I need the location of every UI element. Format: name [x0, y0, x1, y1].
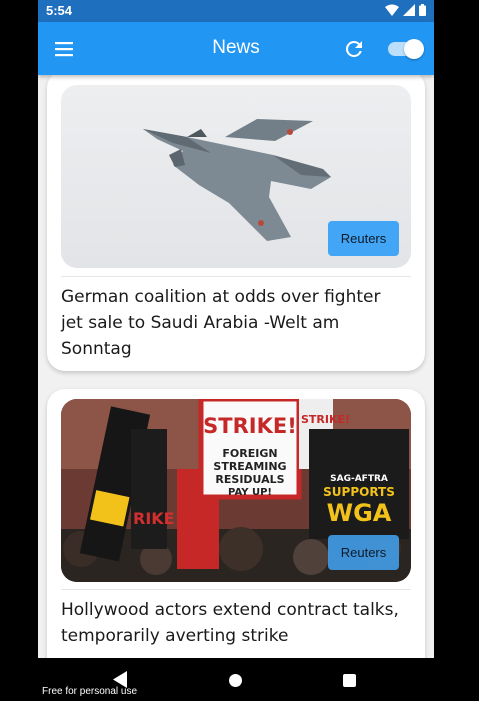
- sign-text-wga: WGA: [327, 499, 392, 527]
- refresh-button[interactable]: [342, 37, 366, 61]
- signal-icon: [403, 4, 415, 16]
- article-card[interactable]: Reuters German coalition at odds over fi…: [47, 70, 425, 371]
- sign-text-foreign: FOREIGN: [222, 447, 277, 460]
- news-feed[interactable]: Reuters German coalition at odds over fi…: [38, 70, 434, 658]
- article-image: Reuters: [61, 85, 411, 268]
- refresh-icon: [345, 40, 362, 57]
- status-icons: [385, 4, 426, 16]
- wifi-icon: [385, 4, 399, 16]
- source-badge[interactable]: Reuters: [328, 221, 399, 256]
- article-image: RIKE! STRIKE! FOREIGN STREAMING RESIDUAL…: [61, 399, 411, 582]
- home-icon[interactable]: [229, 674, 242, 687]
- battery-icon: [419, 4, 426, 16]
- divider: [61, 589, 411, 590]
- phone-screen: 5:54 News Reuters German coalition at od…: [38, 0, 434, 658]
- sign-text-strike-side: RIKE!: [133, 509, 182, 528]
- theme-toggle[interactable]: [388, 39, 424, 59]
- status-bar: 5:54: [38, 0, 434, 22]
- sign-text-residuals: RESIDUALS: [215, 473, 284, 486]
- article-headline[interactable]: German coalition at odds over fighter je…: [61, 284, 406, 362]
- article-card[interactable]: RIKE! STRIKE! FOREIGN STREAMING RESIDUAL…: [47, 389, 425, 658]
- sign-text-pay-up: PAY UP!: [228, 487, 272, 498]
- app-bar: News: [38, 22, 434, 75]
- sign-text-supports: SUPPORTS: [323, 485, 395, 499]
- article-headline[interactable]: Hollywood actors extend contract talks, …: [61, 597, 406, 649]
- sign-text-strike: STRIKE!: [203, 414, 297, 438]
- toggle-thumb: [404, 39, 424, 59]
- recents-icon[interactable]: [343, 674, 356, 687]
- sign-text-sag-aftra: SAG-AFTRA: [330, 474, 388, 484]
- watermark: Free for personal use: [42, 686, 138, 697]
- source-badge[interactable]: Reuters: [328, 535, 399, 570]
- status-time: 5:54: [46, 3, 73, 18]
- sign-text-streaming: STREAMING: [213, 460, 286, 473]
- divider: [61, 276, 411, 277]
- app-title: News: [212, 37, 260, 58]
- sign-text-strike-corner: STRIKE!: [301, 413, 350, 426]
